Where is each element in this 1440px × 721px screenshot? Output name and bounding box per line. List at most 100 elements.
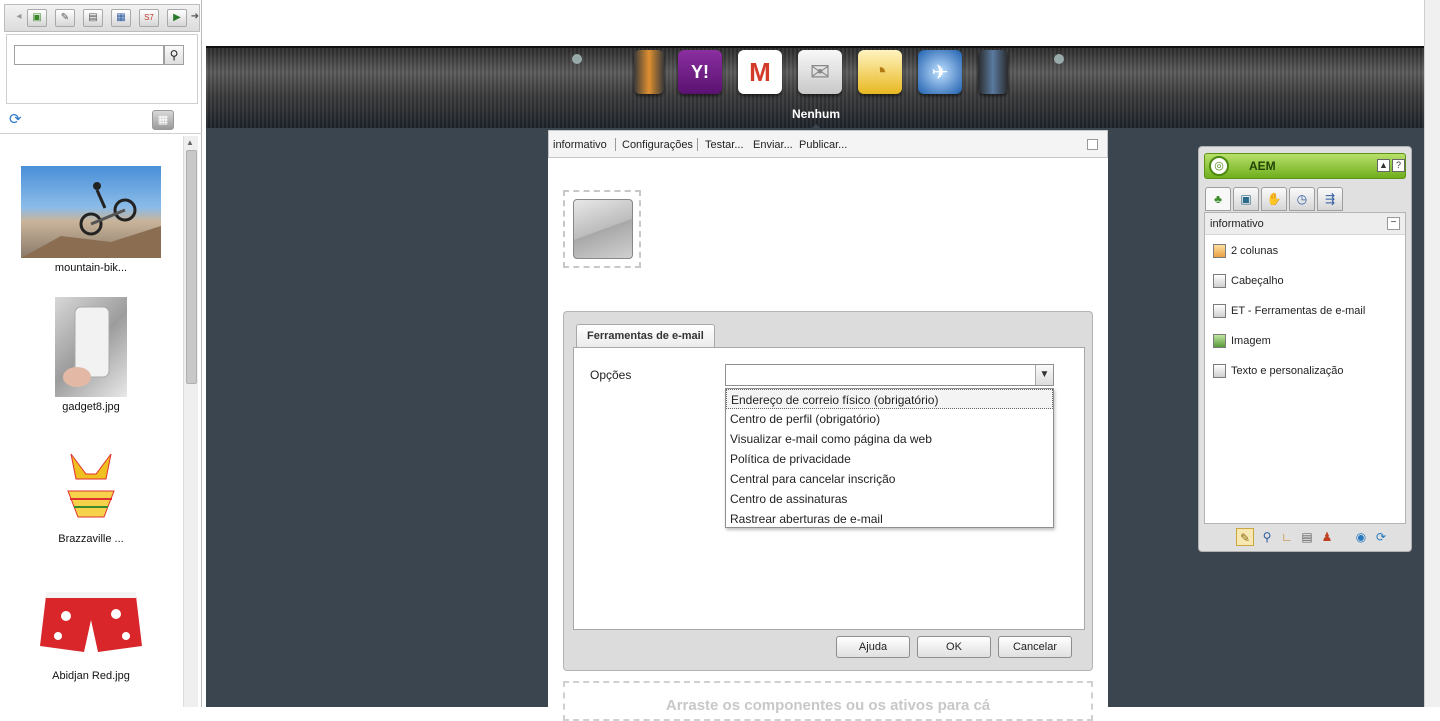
refresh-icon[interactable]: ⟳ bbox=[9, 110, 22, 128]
yahoo-mail-icon[interactable]: Y! bbox=[678, 50, 722, 94]
scroll-up-icon[interactable]: ▲ bbox=[186, 138, 194, 147]
asset-list-scrollbar[interactable]: ▲ bbox=[183, 136, 198, 707]
paragraphs-icon[interactable]: ▦ bbox=[111, 9, 131, 27]
edit-mode-icon[interactable]: ✎ bbox=[1236, 528, 1254, 546]
tab-email-tools[interactable]: Ferramentas de e-mail bbox=[576, 324, 715, 348]
columns-icon bbox=[1213, 244, 1226, 258]
dropdown-option[interactable]: Central para cancelar inscrição bbox=[726, 469, 1053, 489]
top-bar bbox=[206, 0, 1424, 46]
component-item[interactable]: Texto e personalização bbox=[1211, 357, 1403, 385]
dropdown-option[interactable]: Centro de assinaturas bbox=[726, 489, 1053, 509]
component-item[interactable]: ET - Ferramentas de e-mail bbox=[1211, 297, 1403, 325]
ok-button[interactable]: OK bbox=[917, 636, 991, 658]
drop-zone[interactable]: Arraste os componentes ou os ativos para… bbox=[563, 681, 1093, 721]
sidekick-body: informativo − 2 colunas Cabeçalho ET - F… bbox=[1204, 212, 1406, 524]
component-item[interactable]: Imagem bbox=[1211, 327, 1403, 355]
options-label: Opções bbox=[590, 368, 632, 382]
thunderbird-icon[interactable]: ✈ bbox=[918, 50, 962, 94]
chevron-down-icon[interactable]: ▼ bbox=[1035, 365, 1053, 385]
gmail-icon[interactable]: M bbox=[738, 50, 782, 94]
help-button[interactable]: Ajuda bbox=[836, 636, 910, 658]
workflow-tab-icon[interactable]: ⇶ bbox=[1317, 187, 1343, 211]
image-placeholder[interactable] bbox=[563, 190, 641, 268]
arrow-right-icon[interactable]: ➜ bbox=[185, 9, 205, 27]
dropdown-option[interactable]: Centro de perfil (obrigatório) bbox=[726, 409, 1053, 429]
options-select[interactable]: ▼ bbox=[725, 364, 1054, 386]
aem-logo-icon: ◎ bbox=[1209, 156, 1229, 176]
design-mode-icon[interactable]: ∟ bbox=[1278, 528, 1296, 546]
mountain-bike-thumbnail[interactable] bbox=[21, 166, 161, 258]
emulator-label: Nenhum bbox=[792, 107, 840, 121]
sidekick-panel: ◎ AEM ▲ ? ♣ ▣ ✋ ◷ ⇶ informativo − 2 colu… bbox=[1198, 146, 1412, 552]
page-toolbar: informativo Configurações Testar... Envi… bbox=[548, 130, 1108, 158]
grid-view-icon[interactable]: ▦ bbox=[152, 110, 174, 130]
preview-mode-icon[interactable]: ⚲ bbox=[1258, 528, 1276, 546]
component-label: 2 colunas bbox=[1231, 245, 1279, 257]
image-placeholder-icon bbox=[573, 199, 633, 259]
emulator-carousel: Y! M ✉ ◔ ✈ Nenhum bbox=[206, 46, 1424, 130]
pages-icon[interactable]: ▤ bbox=[83, 9, 103, 27]
asset-label: Brazzaville ... bbox=[58, 533, 124, 545]
carousel-left-icon[interactable] bbox=[572, 54, 582, 64]
scaffolding-icon[interactable]: ▤ bbox=[1298, 528, 1316, 546]
test-button[interactable]: Testar... bbox=[705, 139, 744, 151]
dialog-buttons: Ajuda OK Cancelar bbox=[836, 636, 1076, 660]
movies-icon[interactable]: ▶ bbox=[167, 9, 187, 27]
asset-item[interactable]: Abidjan Red.jpg bbox=[0, 576, 182, 682]
send-button[interactable]: Enviar... bbox=[753, 139, 793, 151]
website-icon[interactable]: ◉ bbox=[1352, 528, 1370, 546]
settings-button[interactable]: Configurações bbox=[622, 139, 693, 151]
dropdown-option[interactable]: Endereço de correio físico (obrigatório) bbox=[726, 389, 1053, 409]
collapse-sidekick-icon[interactable]: ▲ bbox=[1377, 159, 1390, 172]
component-item[interactable]: 2 colunas bbox=[1211, 237, 1403, 265]
search-icon[interactable]: ⚲ bbox=[164, 45, 184, 65]
cancel-button[interactable]: Cancelar bbox=[998, 636, 1072, 658]
documents-icon[interactable]: ✎ bbox=[55, 9, 75, 27]
swimsuit-image bbox=[67, 453, 115, 518]
s7-icon[interactable]: S7 bbox=[139, 9, 159, 27]
page-tab-icon[interactable]: ▣ bbox=[1233, 187, 1259, 211]
asset-list: mountain-bik... gadget8.jpg Brazzaville … bbox=[0, 136, 182, 707]
collapse-icon[interactable]: − bbox=[1387, 217, 1400, 230]
dropdown-option[interactable]: Visualizar e-mail como página da web bbox=[726, 429, 1053, 449]
asset-item[interactable]: Brazzaville ... bbox=[0, 439, 182, 545]
page-scrollbar[interactable] bbox=[1424, 0, 1440, 707]
refresh-icon[interactable]: ⟳ bbox=[1372, 528, 1390, 546]
client-context-icon[interactable]: ♟ bbox=[1318, 528, 1336, 546]
component-label: Texto e personalização bbox=[1231, 365, 1344, 377]
components-tab-icon[interactable]: ♣ bbox=[1205, 187, 1231, 211]
shorts-thumbnail[interactable] bbox=[36, 576, 146, 666]
dropdown-option[interactable]: Rastrear aberturas de e-mail bbox=[726, 509, 1053, 529]
outlook-icon[interactable]: ◔ bbox=[858, 50, 902, 94]
help-icon[interactable]: ? bbox=[1392, 159, 1405, 172]
information-tab-icon[interactable]: ✋ bbox=[1261, 187, 1287, 211]
versioning-tab-icon[interactable]: ◷ bbox=[1289, 187, 1315, 211]
asset-item[interactable]: mountain-bik... bbox=[0, 166, 182, 274]
generic-mail-icon[interactable]: ✉ bbox=[798, 50, 842, 94]
generic-client-icon[interactable] bbox=[634, 50, 664, 94]
images-icon[interactable]: ▣ bbox=[27, 9, 47, 27]
swimsuit-thumbnail[interactable] bbox=[56, 439, 126, 529]
asset-label: mountain-bik... bbox=[54, 262, 128, 274]
component-label: ET - Ferramentas de e-mail bbox=[1231, 305, 1366, 317]
user-icon[interactable] bbox=[978, 50, 1008, 94]
toolbar-divider bbox=[615, 138, 616, 151]
toggle-checkbox[interactable] bbox=[1087, 139, 1098, 150]
asset-label: gadget8.jpg bbox=[62, 401, 120, 413]
sidekick-tabs: ♣ ▣ ✋ ◷ ⇶ bbox=[1205, 187, 1405, 211]
search-input[interactable] bbox=[14, 45, 164, 65]
scroll-thumb[interactable] bbox=[186, 150, 197, 384]
sidekick-header[interactable]: ◎ AEM ▲ ? bbox=[1204, 153, 1406, 179]
options-dropdown-list: Endereço de correio físico (obrigatório)… bbox=[725, 388, 1054, 528]
dropdown-option[interactable]: Política de privacidade bbox=[726, 449, 1053, 469]
carousel-right-icon[interactable] bbox=[1054, 54, 1064, 64]
asset-subtoolbar: ⟳ ▦ bbox=[0, 106, 202, 134]
gadget-image bbox=[63, 306, 110, 387]
publish-button[interactable]: Publicar... bbox=[799, 139, 847, 151]
collapse-icon[interactable]: ◂ bbox=[9, 9, 29, 27]
component-group-header[interactable]: informativo − bbox=[1205, 213, 1405, 235]
gadget-thumbnail[interactable] bbox=[55, 297, 127, 397]
component-item[interactable]: Cabeçalho bbox=[1211, 267, 1403, 295]
component-label: Cabeçalho bbox=[1231, 275, 1284, 287]
asset-item[interactable]: gadget8.jpg bbox=[0, 297, 182, 413]
